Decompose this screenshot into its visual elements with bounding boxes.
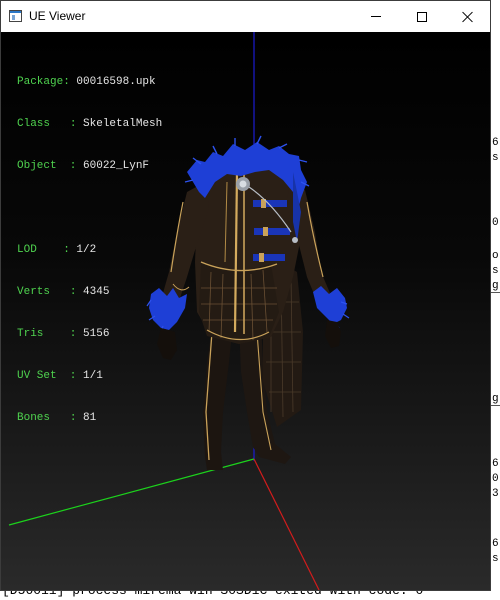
info-label: UV Set — [17, 370, 57, 382]
title-bar[interactable]: UE Viewer — [1, 1, 490, 32]
console-divider — [491, 405, 500, 406]
3d-viewport[interactable]: Package: 00016598.upk Class : SkeletalMe… — [1, 32, 490, 590]
info-value: 60022_LynF — [83, 160, 150, 172]
info-spacer — [17, 201, 162, 215]
console-char: g — [492, 393, 499, 405]
info-label: Object — [17, 160, 57, 172]
console-char: 0 — [492, 217, 499, 229]
console-char: 0 — [492, 473, 499, 485]
ue-viewer-window: UE Viewer Package: 00016598.upk Class: … — [0, 0, 491, 591]
info-row-uvset: UV Set : 1/1 — [17, 370, 103, 382]
info-value: SkeletalMesh — [83, 118, 163, 130]
maximize-button[interactable] — [399, 1, 445, 32]
info-label: Tris — [17, 328, 44, 340]
info-label: LOD — [17, 244, 37, 256]
info-row-package: Package: 00016598.upk — [17, 76, 156, 88]
minimize-button[interactable] — [353, 1, 399, 32]
app-icon — [9, 10, 22, 22]
info-row-object: Object : 60022_LynF — [17, 160, 150, 172]
console-char: s — [492, 152, 499, 164]
window-title: UE Viewer — [29, 9, 86, 23]
info-value: 5156 — [83, 328, 110, 340]
console-char: o — [492, 250, 499, 262]
console-char: g — [492, 280, 499, 292]
info-value: 00016598.upk — [76, 76, 156, 88]
console-char: s — [492, 553, 499, 565]
axis-red — [253, 458, 320, 590]
console-char: 3 — [492, 488, 499, 500]
close-button[interactable] — [445, 1, 491, 32]
info-value: 81 — [83, 412, 97, 424]
mesh-info-overlay: Package: 00016598.upk Class : SkeletalMe… — [17, 47, 162, 453]
skeletal-mesh-model — [146, 135, 350, 470]
info-row-bones: Bones : 81 — [17, 412, 97, 424]
info-row-verts: Verts : 4345 — [17, 286, 110, 298]
console-divider — [491, 292, 500, 293]
info-value: 1/1 — [83, 370, 103, 382]
minimize-icon — [371, 16, 381, 17]
close-icon — [462, 11, 474, 23]
info-row-lod: LOD : 1/2 — [17, 244, 97, 256]
console-char: 6 — [492, 137, 499, 149]
maximize-icon — [417, 11, 427, 22]
info-label: Package — [17, 76, 64, 88]
info-label: Class — [17, 118, 51, 130]
background-console: 6 s 0 o s g g 6 0 3 6 s — [490, 0, 500, 600]
info-label: Verts — [17, 286, 51, 298]
console-char: 6 — [492, 538, 499, 550]
info-row-tris: Tris : 5156 — [17, 328, 110, 340]
info-value: 1/2 — [76, 244, 97, 256]
console-char: 6 — [492, 458, 499, 470]
console-char: s — [492, 265, 499, 277]
info-row-class: Class : SkeletalMesh — [17, 118, 163, 130]
info-value: 4345 — [83, 286, 110, 298]
info-label: Bones — [17, 412, 51, 424]
